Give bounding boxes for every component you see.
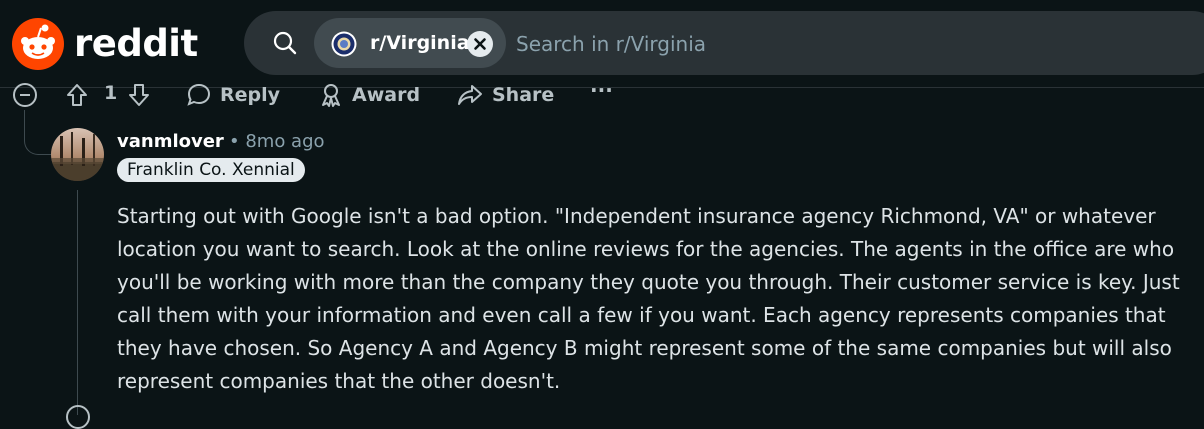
share-button[interactable]: Share: [456, 82, 554, 108]
downvote-icon: [129, 84, 149, 106]
comment-bubble-icon: [187, 83, 211, 106]
subreddit-chip-label: r/Virginia: [370, 32, 470, 54]
vote-count: 1: [104, 82, 118, 104]
virginia-seal-icon: [331, 31, 357, 57]
award-icon: [322, 84, 340, 107]
upvote-button[interactable]: [64, 82, 90, 108]
reply-button[interactable]: Reply: [186, 82, 280, 108]
comment-author[interactable]: vanmlover: [117, 131, 224, 152]
award-button[interactable]: Award: [318, 82, 420, 108]
clear-chip-icon[interactable]: [467, 31, 493, 57]
reddit-snoo-icon: [12, 18, 64, 70]
collapse-thread-icon[interactable]: [12, 82, 38, 108]
share-icon: [458, 85, 482, 105]
top-header: reddit r/Virginia: [0, 0, 1204, 88]
more-options-button[interactable]: ···: [590, 78, 613, 102]
upvote-icon: [67, 84, 87, 106]
search-input[interactable]: [514, 23, 1118, 65]
search-icon: [273, 31, 297, 55]
more-options-icon: ···: [590, 78, 613, 102]
downvote-button[interactable]: [126, 82, 152, 108]
comment-body: Starting out with Google isn't a bad opt…: [117, 204, 1180, 393]
subreddit-filter-chip[interactable]: r/Virginia: [314, 18, 506, 68]
search-bar[interactable]: r/Virginia: [244, 11, 1204, 75]
comment-timestamp[interactable]: • 8mo ago: [229, 131, 325, 152]
user-avatar-image: [51, 128, 104, 181]
reddit-wordmark: reddit: [74, 22, 198, 65]
next-comment-collapse-icon[interactable]: [66, 405, 90, 429]
comment-thread-line[interactable]: [77, 190, 78, 415]
parent-comment-action-bar: 1 Reply Award Share ···: [10, 78, 630, 110]
user-flair: Franklin Co. Xennial: [117, 158, 305, 182]
reddit-logo[interactable]: reddit: [12, 18, 198, 70]
avatar[interactable]: [51, 128, 104, 181]
